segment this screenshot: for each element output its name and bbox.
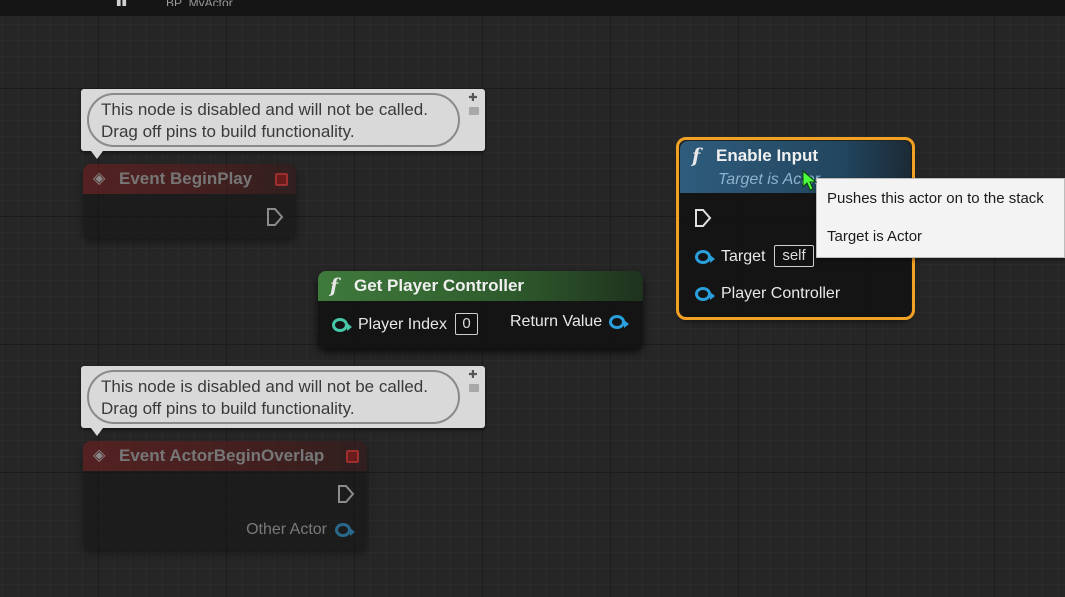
delegate-pin-icon[interactable]: [346, 450, 359, 463]
comment-toggle-icon[interactable]: [469, 107, 479, 115]
player-index-input[interactable]: 0: [455, 313, 478, 335]
return-value-label: Return Value: [510, 313, 603, 330]
event-diamond-icon: ◈: [93, 170, 106, 187]
comment-text: This node is disabled and will not be ca…: [87, 370, 460, 424]
node-header: ◈ Event BeginPlay: [83, 164, 296, 194]
disabled-comment-bubble: This node is disabled and will not be ca…: [81, 89, 485, 159]
node-header: ◈ Event ActorBeginOverlap: [83, 441, 367, 471]
node-title: Get Player Controller: [354, 276, 525, 295]
breadcrumb: BP_MyActor: [166, 0, 466, 6]
delegate-pin-icon[interactable]: [275, 173, 288, 186]
node-header: f Get Player Controller: [318, 271, 643, 301]
player-index-pin-icon[interactable]: [332, 318, 352, 332]
function-f-icon: f: [330, 275, 339, 297]
event-diamond-icon: ◈: [93, 447, 106, 464]
event-beginplay-node[interactable]: ◈ Event BeginPlay: [83, 164, 296, 238]
return-value-pin-icon[interactable]: [609, 315, 629, 329]
node-title: Event BeginPlay: [119, 169, 253, 188]
pin-comment-icon[interactable]: ✚: [467, 92, 479, 104]
comment-text: This node is disabled and will not be ca…: [87, 93, 460, 147]
mouse-cursor-icon: [802, 170, 818, 191]
graph-title-bar: ▮▮ BP_MyActor: [0, 0, 1065, 16]
other-actor-pin-icon[interactable]: [335, 523, 355, 537]
pin-comment-icon[interactable]: ✚: [467, 369, 479, 381]
tooltip-target: Target is Actor: [827, 228, 923, 245]
exec-out-pin-icon[interactable]: [337, 484, 355, 504]
exec-out-pin-icon[interactable]: [266, 207, 284, 227]
disabled-comment-bubble: This node is disabled and will not be ca…: [81, 366, 485, 436]
node-tooltip: Pushes this actor on to the stack Target…: [816, 178, 1065, 258]
tooltip-description: Pushes this actor on to the stack: [827, 190, 1044, 207]
blueprint-icon: ▮▮: [116, 0, 128, 6]
comment-toggle-icon[interactable]: [469, 384, 479, 392]
node-title: Event ActorBeginOverlap: [119, 446, 325, 465]
player-index-label: Player Index: [358, 316, 447, 333]
get-player-controller-node[interactable]: f Get Player Controller Player Index 0 R…: [318, 271, 643, 348]
event-actorbeginoverlap-node[interactable]: ◈ Event ActorBeginOverlap Other Actor: [83, 441, 367, 549]
other-actor-label: Other Actor: [246, 521, 327, 538]
